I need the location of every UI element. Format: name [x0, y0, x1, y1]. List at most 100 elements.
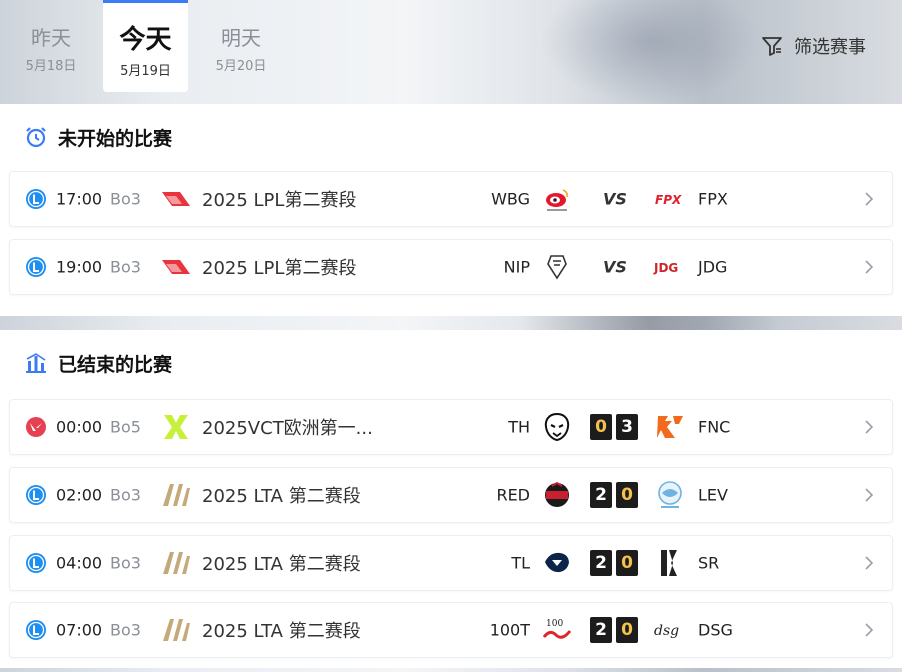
team-left-name: TL: [511, 553, 530, 573]
valorant-game-icon: [26, 417, 46, 437]
tab-day-label: 昨天: [31, 26, 71, 50]
score-right: 3: [616, 414, 638, 440]
svg-text:100: 100: [546, 619, 563, 629]
tab-yesterday[interactable]: 昨天 5月18日: [8, 0, 94, 92]
match-format: Bo3: [110, 620, 141, 640]
chevron-right-icon[interactable]: [862, 623, 876, 637]
tab-day-label: 今天: [119, 25, 172, 55]
tab-date-label: 5月20日: [215, 59, 267, 74]
lpl-logo-icon: [162, 260, 190, 274]
league-name: 2025 LTA 第二赛段: [202, 554, 361, 575]
team-right-name: SR: [698, 553, 720, 573]
fnc-logo-icon: [657, 416, 683, 438]
match-time: 02:00: [56, 485, 103, 505]
score-left: 2: [590, 550, 612, 576]
svg-text:FPX: FPX: [655, 193, 682, 207]
match-time: 17:00: [56, 189, 103, 209]
match-time: 00:00: [56, 417, 103, 437]
match-format: Bo3: [110, 257, 141, 277]
alarm-clock-icon: [26, 127, 46, 148]
bar-chart-icon: [26, 353, 46, 373]
team-right-name: LEV: [698, 485, 728, 505]
lol-game-icon: [26, 257, 46, 277]
match-row[interactable]: 04:00 Bo3 2025 LTA 第二赛段 TL 2 0 SR: [9, 535, 893, 591]
league-name: 2025VCT欧洲第一...: [202, 418, 373, 439]
section-title: 未开始的比赛: [58, 127, 173, 150]
team-right-name: DSG: [698, 620, 733, 640]
wbg-logo-icon: [546, 189, 568, 211]
nip-logo-icon: [547, 255, 567, 280]
match-time: 07:00: [56, 620, 103, 640]
jdg-logo-icon: JDG: [653, 261, 678, 275]
vct-logo-icon: [164, 415, 188, 439]
tab-date-label: 5月18日: [25, 59, 77, 74]
match-time: 19:00: [56, 257, 103, 277]
lta-logo-icon: [163, 484, 190, 506]
lev-logo-icon: [658, 481, 682, 508]
tl-logo-icon: [545, 552, 569, 573]
score-right: 0: [616, 550, 638, 576]
team-right-name: JDG: [698, 257, 728, 277]
match-format: Bo3: [110, 553, 141, 573]
match-time: 04:00: [56, 553, 103, 573]
filter-button[interactable]: 筛选赛事: [760, 33, 866, 59]
red-canids-logo-icon: [545, 481, 569, 507]
match-format: Bo3: [110, 189, 141, 209]
score-left: 2: [590, 482, 612, 508]
vs-label: VS: [603, 189, 627, 209]
vs-label: VS: [603, 257, 627, 277]
team-right-name: FNC: [698, 417, 731, 437]
lol-game-icon: [26, 620, 46, 640]
bottom-background: [0, 668, 902, 672]
match-row[interactable]: 07:00 Bo3 2025 LTA 第二赛段 100T 100 2 0 dsg…: [9, 602, 893, 658]
score-right: 0: [616, 482, 638, 508]
tab-tomorrow[interactable]: 明天 5月20日: [198, 0, 284, 92]
league-name: 2025 LPL第二赛段: [202, 258, 357, 279]
match-row[interactable]: 19:00 Bo3 2025 LPL第二赛段 NIP VS JDG JDG: [9, 239, 893, 295]
chevron-right-icon[interactable]: [862, 260, 876, 274]
match-row[interactable]: 17:00 Bo3 2025 LPL第二赛段 WBG VS FPX FPX: [9, 171, 893, 227]
league-name: 2025 LTA 第二赛段: [202, 621, 361, 642]
tab-date-label: 5月19日: [120, 64, 171, 79]
team-left-name: RED: [496, 485, 530, 505]
chevron-right-icon[interactable]: [862, 556, 876, 570]
filter-label: 筛选赛事: [794, 37, 866, 58]
match-format: Bo3: [110, 485, 141, 505]
lol-game-icon: [26, 485, 46, 505]
score-left: 0: [590, 414, 612, 440]
tab-day-label: 明天: [221, 26, 261, 50]
fpx-logo-icon: FPX: [655, 193, 682, 207]
tab-today[interactable]: 今天 5月19日: [103, 0, 188, 92]
score-right: 0: [616, 617, 638, 643]
league-name: 2025 LPL第二赛段: [202, 190, 357, 211]
chevron-right-icon[interactable]: [862, 488, 876, 502]
filter-icon: [762, 37, 782, 56]
chevron-right-icon[interactable]: [862, 420, 876, 434]
header-artwork: [540, 0, 760, 104]
team-left-name: 100T: [489, 620, 530, 640]
lol-game-icon: [26, 553, 46, 573]
team-left-name: WBG: [491, 189, 530, 209]
match-row[interactable]: 00:00 Bo5 2025VCT欧洲第一... TH 0 3 FNC: [9, 399, 893, 455]
th-logo-icon: [544, 412, 570, 442]
lpl-logo-icon: [162, 192, 190, 206]
svg-text:dsg: dsg: [654, 623, 679, 639]
dsg-logo-icon: dsg: [654, 623, 679, 639]
chevron-right-icon[interactable]: [862, 192, 876, 206]
score-left: 2: [590, 617, 612, 643]
100t-logo-icon: 100: [542, 619, 572, 639]
sr-logo-icon: [661, 550, 677, 576]
team-right-name: FPX: [698, 189, 728, 209]
league-name: 2025 LTA 第二赛段: [202, 486, 361, 507]
upcoming-header: 未开始的比赛: [0, 104, 902, 170]
lta-logo-icon: [163, 552, 190, 574]
team-left-name: NIP: [503, 257, 530, 277]
finished-header: 已结束的比赛: [0, 330, 902, 396]
lol-game-icon: [26, 189, 46, 209]
lta-logo-icon: [163, 619, 190, 641]
section-title: 已结束的比赛: [58, 353, 173, 376]
match-format: Bo5: [110, 417, 141, 437]
team-left-name: TH: [508, 417, 530, 437]
match-row[interactable]: 02:00 Bo3 2025 LTA 第二赛段 RED 2 0 LEV: [9, 467, 893, 523]
svg-text:JDG: JDG: [653, 261, 678, 275]
